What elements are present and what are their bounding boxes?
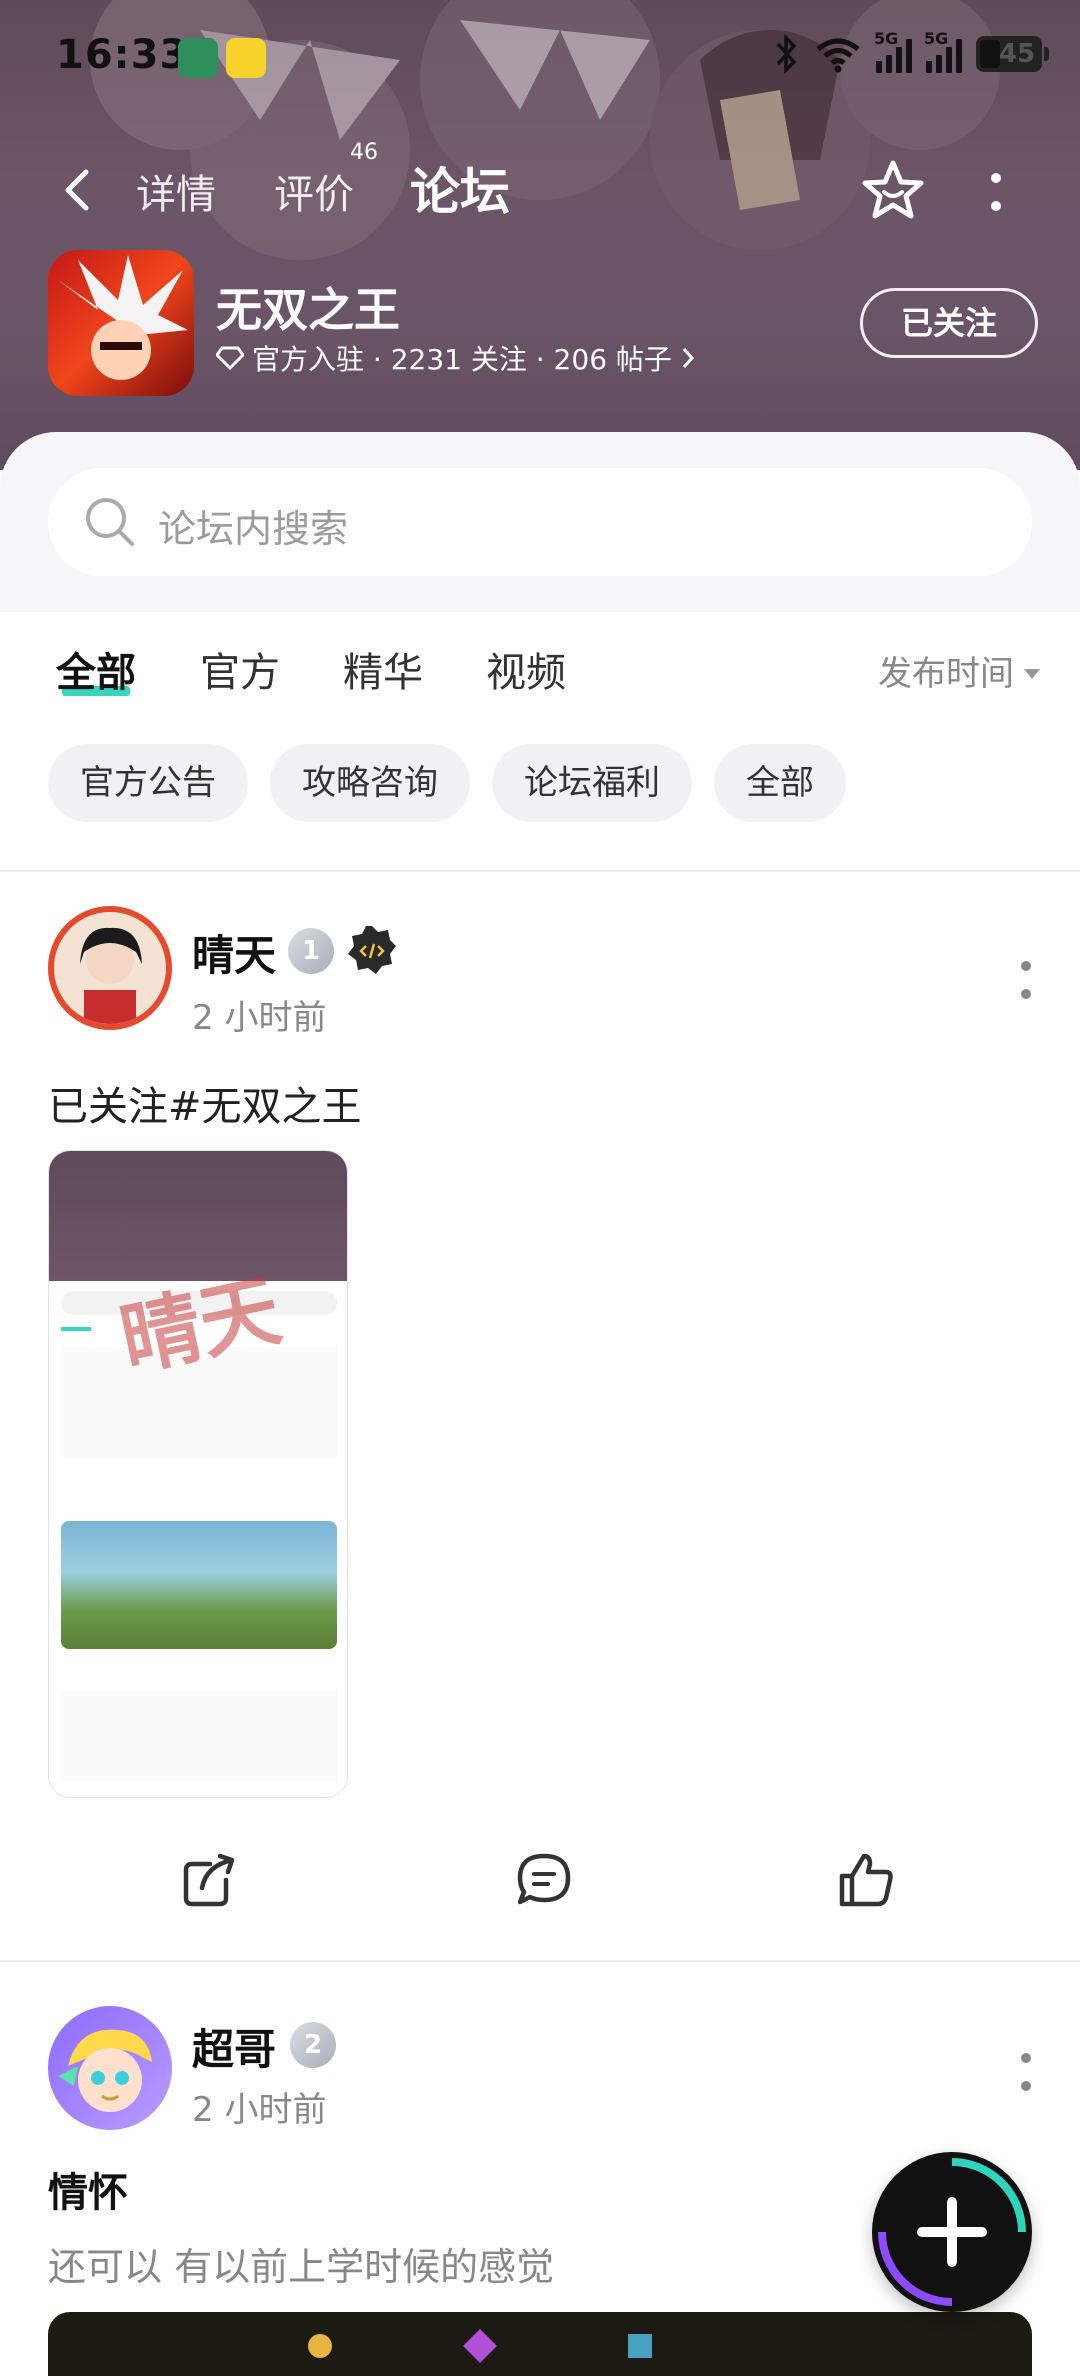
divider bbox=[0, 1960, 1080, 1962]
coin-icon bbox=[308, 2334, 332, 2358]
filter-tab-featured[interactable]: 精华 bbox=[343, 640, 423, 698]
image-tab-underline bbox=[61, 1327, 91, 1331]
filter-tab-official[interactable]: 官方 bbox=[200, 640, 280, 698]
post-text[interactable]: 还可以 有以前上学时候的感觉 bbox=[48, 2236, 554, 2291]
post-title[interactable]: 情怀 bbox=[48, 2160, 128, 2218]
divider bbox=[0, 870, 1080, 872]
wifi-icon bbox=[816, 38, 860, 73]
username[interactable]: 超哥 bbox=[192, 2016, 276, 2077]
tab-forum[interactable]: 论坛 bbox=[410, 152, 510, 224]
status-bar: 16:33 5G 5G 45 bbox=[0, 0, 1080, 110]
search-section: 论坛内搜索 bbox=[0, 432, 1080, 612]
favorite-star-icon[interactable] bbox=[860, 158, 926, 224]
image-next-post bbox=[61, 1691, 337, 1781]
chip-welfare[interactable]: 论坛福利 bbox=[492, 744, 692, 822]
search-placeholder: 论坛内搜索 bbox=[158, 507, 349, 551]
filter-tab-video[interactable]: 视频 bbox=[486, 640, 566, 698]
post-image[interactable]: 晴天 bbox=[48, 1150, 348, 1798]
filter-tabs: 全部 官方 精华 视频 发布时间 bbox=[0, 640, 1080, 710]
more-options-icon[interactable] bbox=[984, 172, 1008, 212]
battery-icon: 45 bbox=[976, 36, 1049, 72]
dice-icon bbox=[628, 2334, 652, 2358]
tab-reviews[interactable]: 评价 bbox=[274, 162, 354, 220]
top-nav: 详情 评价 46 论坛 bbox=[0, 140, 1080, 230]
post-text[interactable]: 已关注#无双之王 bbox=[48, 1074, 362, 1132]
bluetooth-icon bbox=[776, 34, 797, 74]
gem-icon bbox=[463, 2329, 497, 2363]
signal-5g-icon: 5G bbox=[924, 29, 962, 73]
signal-5g-icon: 5G bbox=[874, 29, 912, 73]
tab-details[interactable]: 详情 bbox=[136, 162, 216, 220]
image-game-scene bbox=[61, 1521, 337, 1649]
notification-app-icon bbox=[178, 38, 218, 78]
comment-icon[interactable] bbox=[514, 1850, 574, 1910]
game-title: 无双之王 bbox=[216, 283, 400, 337]
game-icon[interactable] bbox=[48, 250, 194, 396]
post-actions bbox=[0, 1840, 1080, 1924]
search-input[interactable]: 论坛内搜索 bbox=[48, 468, 1032, 576]
post-more-icon[interactable] bbox=[1020, 2052, 1032, 2092]
post-more-icon[interactable] bbox=[1020, 960, 1032, 1000]
avatar[interactable] bbox=[48, 2006, 172, 2130]
review-count-badge: 46 bbox=[350, 140, 378, 165]
game-info: 无双之王 官方入驻 · 2231 关注 · 206 帖子 已关注 bbox=[48, 250, 1038, 400]
back-arrow-icon[interactable] bbox=[58, 168, 102, 212]
notification-app-icon bbox=[226, 38, 266, 78]
post-image[interactable] bbox=[48, 2312, 1032, 2376]
sort-dropdown[interactable]: 发布时间 bbox=[878, 646, 1040, 695]
chip-all[interactable]: 全部 bbox=[714, 744, 846, 822]
username[interactable]: 晴天 bbox=[192, 922, 276, 983]
plus-icon bbox=[878, 2158, 1026, 2306]
follow-button[interactable]: 已关注 bbox=[860, 288, 1038, 358]
share-icon[interactable] bbox=[180, 1850, 240, 1910]
chip-guide[interactable]: 攻略咨询 bbox=[270, 744, 470, 822]
verified-diamond-icon bbox=[216, 346, 244, 370]
level-badge: 1 bbox=[288, 928, 334, 974]
post-time: 2 小时前 bbox=[192, 998, 327, 1038]
category-chips: 官方公告 攻略咨询 论坛福利 全部 bbox=[48, 744, 846, 822]
post-time: 2 小时前 bbox=[192, 2090, 327, 2130]
search-icon bbox=[86, 498, 134, 546]
developer-badge-icon bbox=[348, 926, 396, 974]
status-icons: 5G 5G 45 bbox=[774, 29, 1049, 74]
filter-tab-all[interactable]: 全部 bbox=[56, 640, 136, 698]
like-thumb-icon[interactable] bbox=[836, 1850, 896, 1910]
chip-official-notice[interactable]: 官方公告 bbox=[48, 744, 248, 822]
game-meta-text: 官方入驻 · 2231 关注 · 206 帖子 bbox=[252, 343, 672, 376]
chevron-right-icon bbox=[682, 348, 694, 368]
level-badge: 2 bbox=[290, 2022, 336, 2068]
caret-down-icon bbox=[1024, 669, 1040, 679]
game-stats[interactable]: 官方入驻 · 2231 关注 · 206 帖子 bbox=[216, 338, 696, 378]
create-post-button[interactable] bbox=[872, 2152, 1032, 2312]
avatar[interactable] bbox=[48, 906, 172, 1030]
status-time: 16:33 bbox=[56, 32, 189, 78]
battery-level: 45 bbox=[998, 39, 1036, 69]
